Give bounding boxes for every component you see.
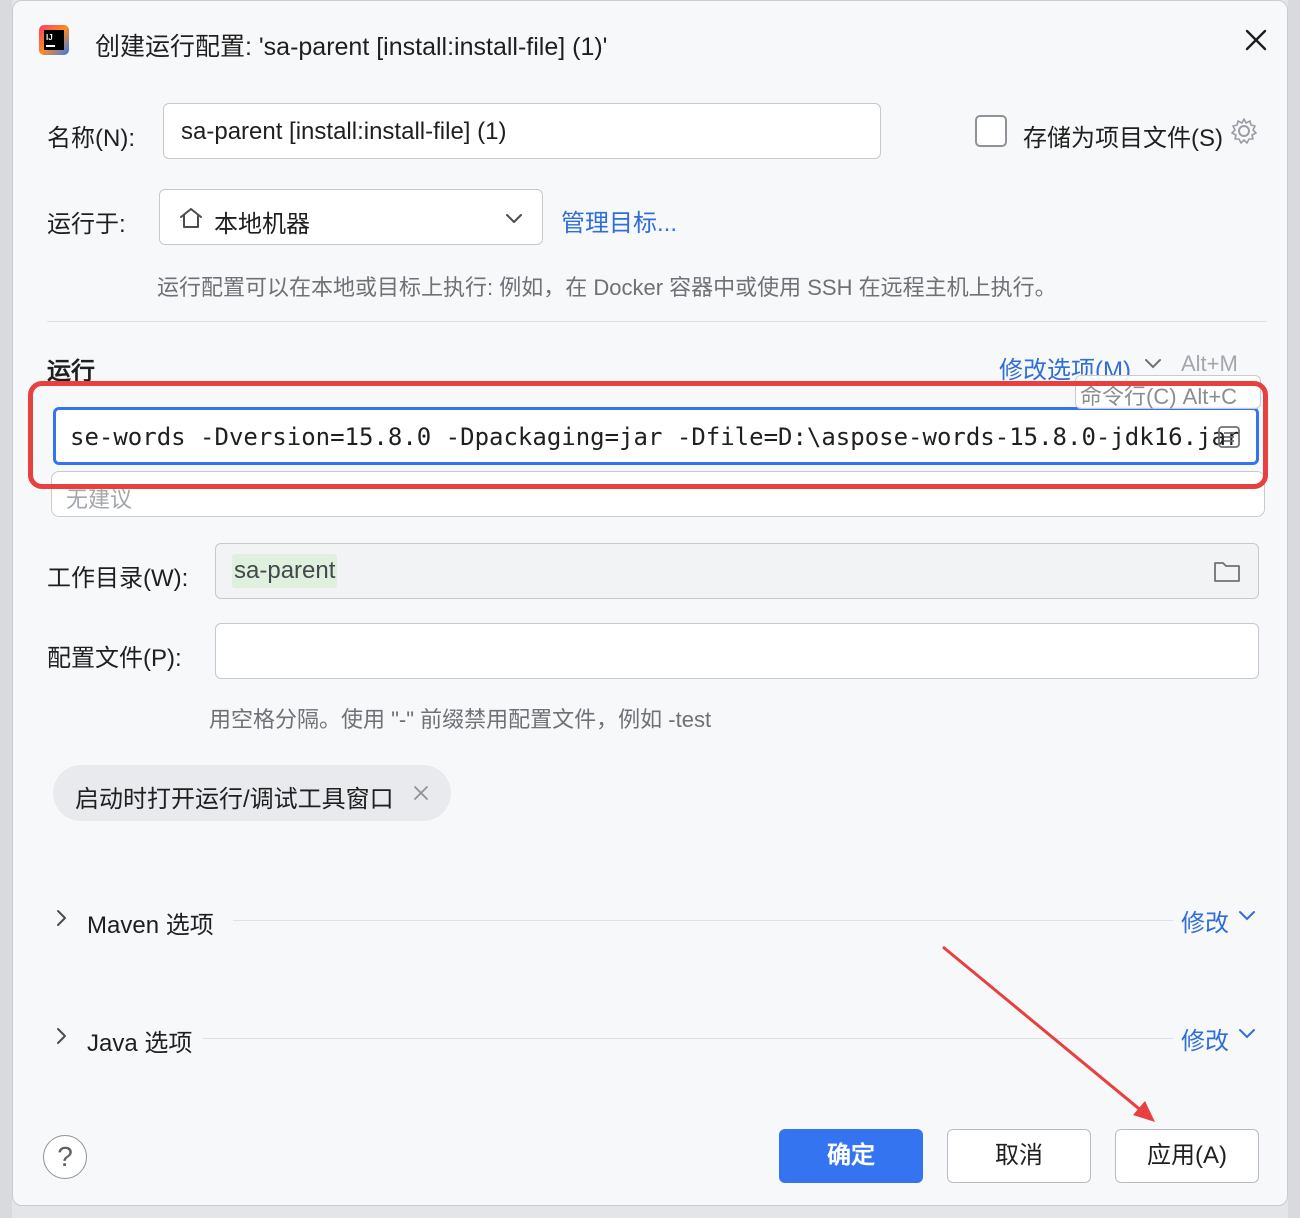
chevron-down-icon (506, 214, 522, 223)
run-on-dropdown[interactable]: 本地机器 (159, 189, 543, 245)
store-as-project-file-checkbox[interactable] (975, 115, 1007, 147)
svg-text:IJ: IJ (46, 33, 53, 42)
name-input[interactable]: sa-parent [install:install-file] (1) (163, 103, 881, 159)
ok-button[interactable]: 确定 (779, 1129, 923, 1183)
red-highlight-box (28, 381, 1268, 489)
working-dir-macro-chip: sa-parent (232, 554, 338, 588)
profiles-label: 配置文件(P): (47, 645, 182, 672)
cancel-button[interactable]: 取消 (947, 1129, 1091, 1183)
dialog-title: 创建运行配置: 'sa-parent [install:install-file… (95, 33, 608, 61)
home-icon (180, 208, 202, 228)
run-on-hint: 运行配置可以在本地或目标上执行: 例如，在 Docker 容器中或使用 SSH … (157, 275, 1057, 300)
intellij-app-icon: IJ (39, 25, 69, 55)
section-divider (47, 321, 1267, 322)
folder-icon[interactable] (1212, 558, 1242, 584)
java-expand-chevron-icon[interactable] (53, 1025, 71, 1047)
background-ide-right (1288, 0, 1300, 1218)
working-dir-input[interactable]: sa-parent (215, 543, 1259, 599)
working-dir-label: 工作目录(W): (47, 565, 189, 592)
maven-modify-chevron-icon (1239, 911, 1255, 921)
red-annotation-arrow (942, 945, 1155, 1122)
apply-button[interactable]: 应用(A) (1115, 1129, 1259, 1183)
modify-options-shortcut: Alt+M (1181, 351, 1238, 376)
maven-expand-chevron-icon[interactable] (53, 907, 71, 929)
run-on-selected: 本地机器 (214, 211, 310, 238)
store-as-project-file-label[interactable]: 存储为项目文件(S) (1023, 118, 1223, 153)
modify-options-chevron-icon (1145, 359, 1161, 369)
chip-close-icon[interactable] (411, 783, 431, 803)
java-options-label[interactable]: Java 选项 (87, 1023, 192, 1058)
maven-options-label[interactable]: Maven 选项 (87, 905, 214, 940)
open-run-debug-window-chip[interactable]: 启动时打开运行/调试工具窗口 (53, 765, 451, 821)
name-input-value: sa-parent [install:install-file] (1) (181, 118, 507, 145)
profiles-input[interactable] (215, 623, 1259, 679)
background-ide-left (0, 0, 12, 1218)
help-button[interactable]: ? (43, 1135, 87, 1179)
name-label: 名称(N): (47, 125, 135, 152)
run-on-label: 运行于: (47, 211, 126, 238)
profiles-hint: 用空格分隔。使用 "-" 前缀禁用配置文件，例如 -test (209, 707, 712, 732)
maven-modify-link[interactable]: 修改 (1181, 903, 1229, 938)
java-modify-link[interactable]: 修改 (1181, 1021, 1229, 1056)
gear-icon[interactable] (1229, 116, 1259, 146)
chip-label: 启动时打开运行/调试工具窗口 (75, 786, 394, 813)
manage-targets-link[interactable]: 管理目标... (561, 203, 677, 238)
maven-divider (233, 920, 1173, 921)
close-icon[interactable] (1239, 23, 1273, 57)
java-modify-chevron-icon (1239, 1029, 1255, 1039)
run-config-dialog: IJ 创建运行配置: 'sa-parent [install:install-f… (12, 0, 1288, 1206)
working-dir-value: sa-parent (234, 557, 336, 584)
